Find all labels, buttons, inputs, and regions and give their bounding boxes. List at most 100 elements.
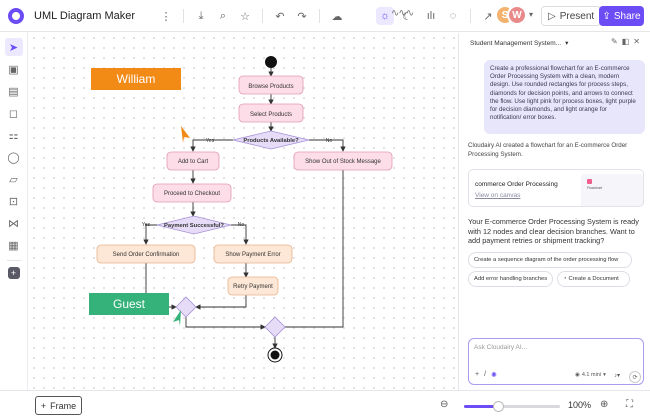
collaborator-cursor-label: Guest	[89, 293, 169, 315]
cloud-icon[interactable]: ☁	[328, 7, 346, 25]
thumbnail-badge	[587, 179, 592, 184]
template-icon[interactable]: ▦	[5, 236, 23, 254]
node-label: Proceed to Checkout	[164, 191, 220, 197]
present-button[interactable]: ▷ Present	[541, 6, 602, 26]
chat-input-box: + / ✺ ◉ 4.1 mini ▾ ♪▾ ⟳	[468, 338, 644, 385]
undo-icon[interactable]: ↶	[271, 7, 289, 25]
bottom-bar: + Frame ⊖ 100% ⊕ ⛶	[0, 390, 650, 420]
share-label: Share	[613, 10, 641, 22]
menu-dots-icon[interactable]: ⋮	[157, 7, 175, 25]
frame-label: Frame	[50, 400, 77, 411]
node-label: Show Payment Error	[225, 252, 280, 258]
chat-input[interactable]	[474, 344, 634, 351]
card-title: commerce Order Processing	[475, 181, 558, 188]
component-icon[interactable]: ⚏	[5, 126, 23, 144]
cursor-pointer-icon	[173, 310, 181, 326]
image-icon[interactable]: ⊡	[5, 192, 23, 210]
chat-icon[interactable]: ◯	[5, 148, 23, 166]
left-toolbar: ➤ ▣ ▤ ◻ ⚏ ◯ ▱ ⊡ ⋈ ▦ +	[0, 32, 28, 390]
ai-chat-panel: Student Management System... ▾ ✎ ◧ ✕ Cre…	[458, 33, 650, 390]
model-selector[interactable]: ◉ 4.1 mini ▾	[575, 372, 606, 378]
model-icon: ◉	[575, 372, 580, 378]
cursor-pointer-icon	[181, 126, 190, 143]
present-label: Present	[559, 10, 595, 22]
node-label: Select Products	[250, 112, 292, 118]
share-icon: ⇪	[602, 10, 611, 22]
user-message: Create a professional flowchart for an E…	[484, 60, 645, 134]
chevron-down-icon[interactable]: ▾	[529, 10, 533, 19]
chevron-down-icon: ▾	[603, 372, 606, 378]
app-logo-icon[interactable]	[8, 7, 24, 24]
add-icon[interactable]: +	[7, 267, 20, 279]
chip-label: Add error handling branches	[474, 276, 548, 282]
sticky-note-icon[interactable]: ▱	[5, 170, 23, 188]
redo-icon[interactable]: ↷	[293, 7, 311, 25]
node-label: Send Order Confirmation	[113, 252, 180, 258]
toolbar-divider	[470, 9, 471, 23]
chip-label: Create a sequence diagram of the order p…	[474, 257, 619, 263]
play-icon: ▷	[548, 10, 556, 22]
shape-icon[interactable]: ◻	[5, 104, 23, 122]
send-icon[interactable]: ⟳	[629, 371, 641, 383]
zoom-slider-thumb[interactable]	[492, 401, 504, 412]
view-on-canvas-link[interactable]: View on canvas	[475, 192, 520, 199]
microphone-icon[interactable]: ♪▾	[614, 372, 620, 379]
edit-icon[interactable]: ✎	[611, 37, 618, 46]
canvas-result-card[interactable]: commerce Order Processing View on canvas…	[468, 169, 644, 207]
cursor-icon[interactable]: ➤	[4, 38, 23, 56]
search-icon[interactable]: ⌕	[214, 7, 232, 25]
flowchart-thumbnail: Flowchart	[581, 174, 643, 206]
chat-selector[interactable]: Student Management System... ▾	[470, 39, 569, 48]
top-bar: UML Diagram Maker ⋮ ⤓ ⌕ ☆ ↶ ↷ ☁ ☼ ☾ ∿∿∿ …	[0, 0, 650, 32]
plus-icon: +	[40, 400, 47, 411]
toolbar-divider	[183, 9, 184, 23]
text-icon[interactable]: ▤	[5, 82, 23, 100]
ai-message: Cloudairy AI created a flowchart for an …	[468, 142, 628, 158]
branch-label: Yes	[142, 222, 151, 228]
model-label: 4.1 mini	[581, 372, 602, 378]
magic-icon[interactable]: ✺	[491, 371, 497, 379]
download-icon[interactable]: ⤓	[192, 7, 210, 25]
zoom-level: 100%	[568, 400, 592, 410]
add-frame-button[interactable]: + Frame	[35, 396, 82, 415]
merge-node[interactable]	[264, 316, 286, 338]
right-toolbar-icons: ılı ◌ ↗	[422, 7, 497, 25]
zoom-in-icon[interactable]: ⊕	[600, 399, 608, 410]
suggestion-chip[interactable]: ◔ Create a Document	[557, 271, 630, 287]
frame-icon[interactable]: ▣	[5, 60, 23, 78]
chevron-down-icon: ▾	[565, 40, 569, 47]
collaboration-icon[interactable]: ∿∿∿	[391, 8, 414, 19]
zoom-out-icon[interactable]: ⊖	[440, 399, 448, 410]
node-label: Add to Cart	[178, 159, 209, 165]
fit-screen-icon[interactable]: ⛶	[626, 399, 633, 410]
share-button[interactable]: ⇪ Share	[599, 6, 644, 26]
close-icon[interactable]: ✕	[633, 37, 640, 46]
chart-icon[interactable]: ılı	[422, 7, 440, 25]
app-title[interactable]: UML Diagram Maker	[34, 10, 135, 22]
slash-command-icon[interactable]: /	[484, 371, 486, 379]
toolbar-divider	[319, 9, 320, 23]
node-label: Payment Successful?	[164, 223, 224, 229]
sidebar-toggle-icon[interactable]: ◧	[622, 37, 630, 46]
node-label: Products Available?	[243, 138, 299, 144]
star-icon[interactable]: ☆	[236, 7, 254, 25]
comment-icon[interactable]: ◌	[444, 7, 462, 25]
branch-label: No	[326, 138, 333, 144]
panel-header-icons: ✎ ◧ ✕	[611, 37, 640, 46]
toolbar-divider	[262, 9, 263, 23]
branch-label: No	[238, 222, 245, 228]
thumbnail-label: Flowchart	[587, 186, 603, 190]
node-label: Browse Products	[248, 84, 293, 90]
chip-label: Create a Document	[568, 276, 619, 282]
suggestion-chip[interactable]: Create a sequence diagram of the order p…	[468, 252, 632, 268]
collaborator-cursor-label: William	[91, 68, 181, 90]
connect-icon[interactable]: ⋈	[5, 214, 23, 232]
end-node-inner	[270, 350, 280, 360]
plus-icon[interactable]: +	[475, 371, 479, 379]
suggestion-chip[interactable]: Add error handling branches	[468, 271, 553, 287]
avatar[interactable]: W	[507, 5, 527, 25]
node-label: Retry Payment	[233, 284, 273, 290]
zoom-slider[interactable]	[464, 401, 560, 412]
start-node[interactable]	[265, 56, 277, 68]
document-icon: ◔	[563, 276, 567, 282]
